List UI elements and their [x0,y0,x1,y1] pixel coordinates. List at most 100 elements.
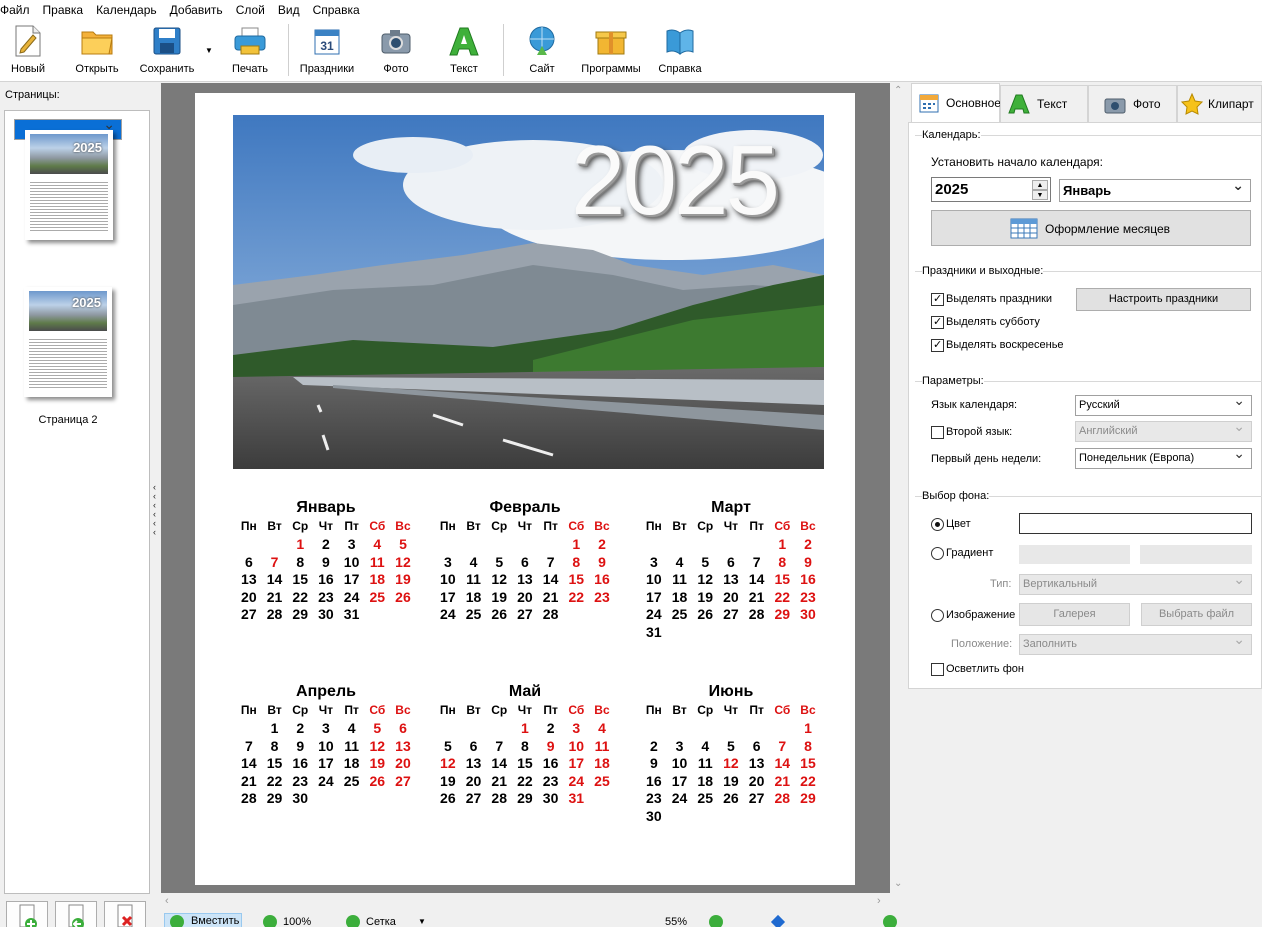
save-dropdown-arrow-icon[interactable]: ▼ [205,46,213,55]
empty-day-cell [667,535,693,553]
collapse-arrows-icon[interactable]: ‹ ‹ ‹ ‹ ‹ ‹ [153,483,156,537]
months-design-button[interactable]: Оформление месяцев [931,210,1251,246]
zoom-slider-thumb[interactable] [770,914,786,927]
day-cell: 18 [369,571,386,588]
color-radio[interactable] [931,518,944,531]
day-cell: 13 [241,571,257,588]
language-select[interactable]: Русский [1075,391,1252,416]
start-month-select[interactable]: Январь [1059,175,1251,202]
day-cell: 15 [568,571,585,588]
month-block[interactable]: Май Пн Вт Ср Чт Пт Сб Вс 1 2 3 4 5 6 7 8 9 10 11 12 13 14 15 16… [435,683,615,807]
save-button[interactable]: Сохранить [140,24,194,78]
weekday-header: Сб [568,703,585,717]
scroll-up-icon[interactable]: ⌃ [894,85,902,96]
properties-tabs: Основное Текст Фото Клипарт [911,83,1262,123]
menu-layer[interactable]: Слой [236,0,265,20]
gradient-type-select[interactable]: Вертикальный [1019,570,1252,595]
vertical-scrollbar[interactable]: ⌃ ⌄ [890,83,907,893]
menu-add[interactable]: Добавить [170,0,223,20]
day-cell: 2 [322,536,330,552]
year-up-icon[interactable]: ▲ [1032,180,1048,190]
holidays-button[interactable]: 31 Праздники [298,24,356,78]
new-button[interactable]: Новый [10,24,46,78]
menu-bar: Файл Правка Календарь Добавить Слой Вид … [0,0,1262,20]
gradient-color-1[interactable] [1019,545,1130,564]
gallery-button[interactable]: Галерея [1019,603,1130,626]
scroll-right-icon[interactable]: › [877,895,881,907]
first-day-select[interactable]: Понедельник (Европа) [1075,444,1252,469]
tab-clipart[interactable]: Клипарт [1177,85,1262,123]
day-cell: 6 [521,553,529,570]
gradient-radio[interactable] [931,547,944,560]
zoom-100-button[interactable]: 100% [261,913,321,927]
day-cell: 23 [542,772,559,789]
image-radio[interactable] [931,609,944,622]
choose-file-button[interactable]: Выбрать файл [1141,603,1252,626]
tab-text[interactable]: Текст [1000,85,1088,123]
lighten-background-checkbox[interactable] [931,663,944,676]
duplicate-page-button[interactable] [55,901,97,927]
position-select[interactable]: Заполнить [1019,630,1252,655]
empty-day-cell [435,535,461,553]
fit-button[interactable]: Вместить [164,913,242,927]
page-thumbnail-1[interactable]: 2025 Страница 1 [14,115,122,271]
menu-file[interactable]: Файл [0,0,30,20]
color-swatch[interactable] [1019,513,1252,534]
day-cell: 30 [318,606,334,623]
highlight-saturday-checkbox[interactable] [931,315,944,329]
setup-holidays-button[interactable]: Настроить праздники [1076,288,1251,311]
month-block[interactable]: Март Пн Вт Ср Чт Пт Сб Вс 1 2 3 4 5 6 7 8 9 10 11 12 13 14 15 1… [641,499,821,641]
scroll-down-icon[interactable]: ⌄ [894,878,902,889]
highlight-sunday-checkbox[interactable] [931,338,944,352]
gradient-color-2[interactable] [1140,545,1252,564]
grid-button[interactable]: Сетка ▼ [344,913,434,927]
day-cell: 22 [800,772,816,789]
year-down-icon[interactable]: ▼ [1032,190,1048,200]
month-block[interactable]: Июнь Пн Вт Ср Чт Пт Сб Вс 1 2 3 4 5 6 7 8 9 10 11 12 13 14 15 1… [641,683,821,825]
tab-main[interactable]: Основное [911,83,1001,123]
canvas-area[interactable]: Январь Пн Вт Ср Чт Пт Сб Вс 1 2 3 4 5 6 7 8 9 10 11 12 13 14 1… [153,83,890,893]
print-button[interactable]: Печать [230,24,270,78]
zoom-in-icon[interactable] [883,915,897,927]
day-cell: 26 [395,588,411,605]
month-block[interactable]: Январь Пн Вт Ср Чт Пт Сб Вс 1 2 3 4 5 6 7 8 9 10 11 12 13 14 1… [236,499,416,623]
toolbar: Новый Открыть Сохранить ▼ Печать 31 Праз… [0,20,1262,82]
weekday-header: Пн [240,703,257,717]
help-button[interactable]: Справка [658,24,702,78]
weekday-header: Сб [774,519,791,533]
menu-help[interactable]: Справка [313,0,360,20]
menu-edit[interactable]: Правка [43,0,84,20]
month-block[interactable]: Апрель Пн Вт Ср Чт Пт Сб Вс 1 2 3 4 5 6 7 8 9 10 11 12 13 14 1… [236,683,416,807]
day-cell: 6 [727,553,735,570]
open-button[interactable]: Открыть [74,24,120,78]
table-icon [1010,217,1038,242]
site-button[interactable]: Сайт [524,24,560,78]
programs-button[interactable]: Программы [581,24,641,78]
page-thumbnail-2[interactable]: 2025 [14,277,122,401]
menu-view[interactable]: Вид [278,0,300,20]
second-language-checkbox[interactable] [931,426,944,439]
menu-calendar[interactable]: Календарь [96,0,157,20]
month-block[interactable]: Февраль Пн Вт Ср Чт Пт Сб Вс 1 2 3 4 5 6 7 8 9 10 11 12 13 14… [435,499,615,623]
toolbar-separator [503,24,504,76]
year-spinbox[interactable]: 2025 ▲ ▼ [931,177,1051,202]
photo-button[interactable]: Фото [378,24,414,78]
day-cell: 27 [517,606,533,623]
weekday-header: Вс [594,703,610,717]
tab-photo[interactable]: Фото [1088,85,1177,123]
holidays-label: Праздники [299,63,355,75]
image-label: Изображение [946,609,1016,621]
toolbar-separator [288,24,289,76]
calendar-year-title[interactable]: 2025 [571,131,780,229]
add-page-button[interactable] [6,901,48,927]
highlight-sunday-label: Выделять воскресенье [946,339,1064,351]
fit-icon [170,915,184,927]
second-language-select[interactable]: Английский [1075,417,1252,442]
zoom-out-icon[interactable] [709,915,723,927]
day-cell: 2 [649,737,658,754]
delete-page-button[interactable] [104,901,146,927]
day-cell: 8 [572,553,581,570]
text-button[interactable]: Текст [446,24,482,78]
scroll-left-icon[interactable]: ‹ [165,895,169,907]
highlight-holidays-checkbox[interactable] [931,292,944,306]
